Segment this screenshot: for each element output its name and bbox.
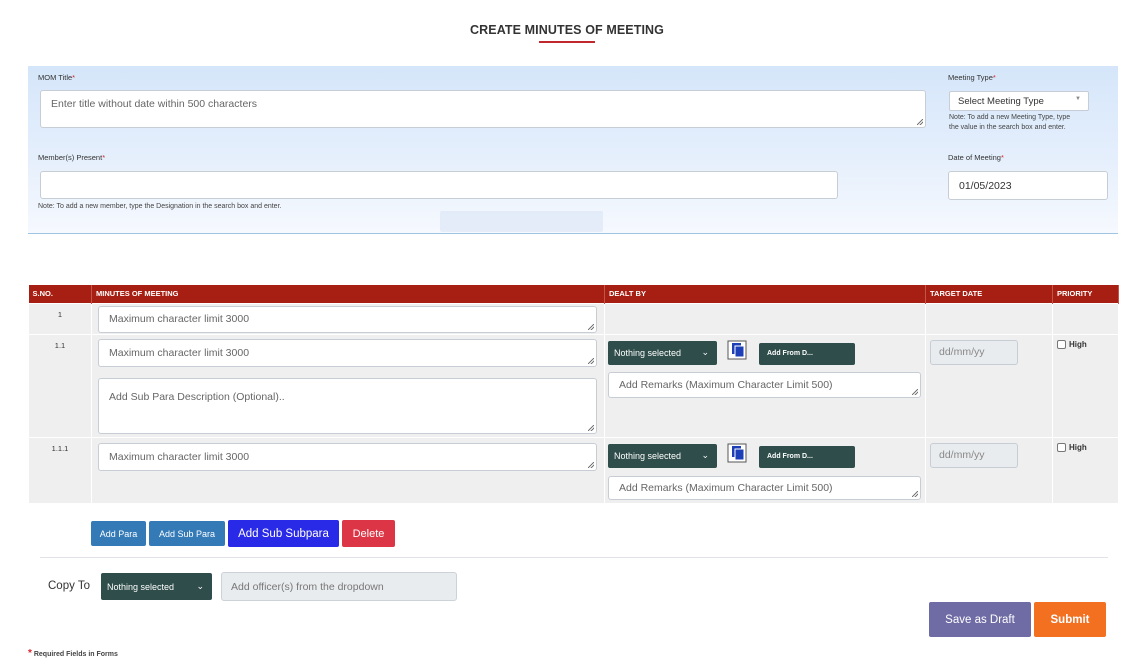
remarks-placeholder: Add Remarks (Maximum Character Limit 500… bbox=[619, 481, 833, 494]
divider bbox=[40, 557, 1108, 558]
date-of-meeting-label: Date of Meeting* bbox=[948, 153, 1004, 162]
resize-handle-icon[interactable] bbox=[912, 490, 918, 497]
priority-label: High bbox=[1069, 442, 1087, 452]
target-date-input[interactable]: dd/mm/yy bbox=[930, 442, 1018, 468]
table-header-row: S.NO. MINUTES OF MEETING DEALT BY TARGET… bbox=[28, 285, 1119, 303]
target-date-cell: dd/mm/yy bbox=[925, 333, 1053, 438]
priority-cell bbox=[1052, 302, 1119, 335]
row-sno: 1.1.1 bbox=[28, 436, 92, 504]
dealt-by-selected: Nothing selected bbox=[614, 450, 682, 461]
caret-down-icon: ⌄ bbox=[701, 450, 709, 460]
checkbox-icon[interactable] bbox=[1057, 442, 1066, 452]
resize-handle-icon[interactable] bbox=[588, 357, 594, 364]
column-header: PRIORITY bbox=[1052, 285, 1119, 303]
priority-high-checkbox[interactable]: High bbox=[1057, 442, 1087, 452]
resize-handle-icon[interactable] bbox=[912, 388, 918, 395]
remarks-input[interactable]: Add Remarks (Maximum Character Limit 500… bbox=[608, 371, 921, 398]
members-present-input[interactable] bbox=[40, 171, 838, 199]
title-underline bbox=[539, 41, 595, 43]
minutes-placeholder: Maximum character limit 3000 bbox=[109, 313, 250, 325]
caret-down-icon: ⌄ bbox=[701, 347, 709, 357]
minutes-input[interactable]: Maximum character limit 3000 bbox=[98, 338, 597, 367]
table-row: 1 Maximum character limit 3000 bbox=[28, 302, 1119, 335]
column-header: MINUTES OF MEETING bbox=[91, 285, 605, 303]
officer-input[interactable]: Add officer(s) from the dropdown bbox=[221, 572, 457, 601]
minutes-cell: Maximum character limit 3000 Add Sub Par… bbox=[91, 333, 605, 438]
mom-title-input[interactable]: Enter title without date within 500 char… bbox=[40, 90, 926, 128]
resize-handle-icon[interactable] bbox=[588, 424, 594, 431]
dealt-by-selected: Nothing selected bbox=[614, 347, 682, 358]
row-sno: 1 bbox=[28, 302, 92, 335]
dealt-by-cell: Nothing selected ⌄ Add From D... Add Rem… bbox=[604, 436, 926, 504]
mom-title-label: MOM Title* bbox=[38, 73, 76, 82]
date-of-meeting-input[interactable]: 01/05/2023 bbox=[948, 171, 1108, 200]
minutes-cell: Maximum character limit 3000 bbox=[91, 436, 605, 504]
table-row: 1.1.1 Maximum character limit 3000 Nothi… bbox=[28, 436, 1119, 504]
target-date-input[interactable]: dd/mm/yy bbox=[930, 339, 1018, 365]
faded-overlay-button bbox=[440, 211, 603, 232]
caret-down-icon: ⌄ bbox=[196, 581, 204, 591]
target-date-placeholder: dd/mm/yy bbox=[939, 346, 985, 358]
remarks-placeholder: Add Remarks (Maximum Character Limit 500… bbox=[619, 378, 833, 391]
table-row: 1.1 Maximum character limit 3000 Add Sub… bbox=[28, 333, 1119, 438]
members-present-label: Member(s) Present* bbox=[38, 153, 106, 162]
officer-placeholder: Add officer(s) from the dropdown bbox=[231, 580, 384, 593]
copy-to-label: Copy To bbox=[48, 580, 90, 592]
resize-handle-icon[interactable] bbox=[588, 461, 594, 468]
minutes-input[interactable]: Maximum character limit 3000 bbox=[98, 305, 597, 333]
minutes-placeholder: Maximum character limit 3000 bbox=[109, 450, 250, 463]
meeting-type-label: Meeting Type* bbox=[948, 73, 996, 82]
priority-high-checkbox[interactable]: High bbox=[1057, 339, 1087, 349]
members-present-note: Note: To add a new member, type the Desi… bbox=[38, 203, 282, 210]
sub-para-description-placeholder: Add Sub Para Description (Optional).. bbox=[109, 390, 285, 403]
sub-para-description-input[interactable]: Add Sub Para Description (Optional).. bbox=[98, 377, 597, 434]
copy-icon[interactable] bbox=[727, 443, 747, 463]
target-date-placeholder: dd/mm/yy bbox=[939, 449, 985, 461]
priority-cell: High bbox=[1052, 333, 1119, 438]
mom-title-placeholder: Enter title without date within 500 char… bbox=[51, 98, 258, 110]
dealt-by-cell bbox=[604, 302, 926, 335]
remarks-input[interactable]: Add Remarks (Maximum Character Limit 500… bbox=[608, 475, 921, 500]
column-header: TARGET DATE bbox=[925, 285, 1053, 303]
column-header: S.NO. bbox=[28, 285, 92, 303]
dealt-by-select[interactable]: Nothing selected ⌄ bbox=[608, 340, 717, 365]
date-of-meeting-value: 01/05/2023 bbox=[959, 179, 1012, 192]
copy-to-select[interactable]: Nothing selected ⌄ bbox=[101, 573, 212, 600]
target-date-cell bbox=[925, 302, 1053, 335]
resize-handle-icon[interactable] bbox=[917, 119, 923, 125]
meeting-type-selected: Select Meeting Type bbox=[958, 95, 1044, 107]
save-as-draft-button[interactable]: Save as Draft bbox=[929, 602, 1031, 637]
target-date-cell: dd/mm/yy bbox=[925, 436, 1053, 504]
meeting-details-panel: MOM Title* Enter title without date with… bbox=[28, 66, 1118, 234]
dealt-by-select[interactable]: Nothing selected ⌄ bbox=[608, 443, 717, 468]
minutes-placeholder: Maximum character limit 3000 bbox=[109, 346, 250, 359]
minutes-table: S.NO. MINUTES OF MEETING DEALT BY TARGET… bbox=[28, 285, 1119, 504]
add-from-button[interactable]: Add From D... bbox=[759, 445, 855, 468]
checkbox-icon[interactable] bbox=[1057, 339, 1066, 349]
resize-handle-icon[interactable] bbox=[588, 323, 594, 330]
meeting-type-select[interactable]: Select Meeting Type ▼ bbox=[949, 91, 1089, 111]
priority-label: High bbox=[1069, 339, 1087, 349]
add-sub-para-button[interactable]: Add Sub Para bbox=[149, 521, 225, 546]
row-sno: 1.1 bbox=[28, 333, 92, 438]
minutes-input[interactable]: Maximum character limit 3000 bbox=[98, 442, 597, 471]
chevron-down-icon: ▼ bbox=[1075, 96, 1081, 102]
submit-button[interactable]: Submit bbox=[1034, 602, 1106, 637]
column-header: DEALT BY bbox=[604, 285, 926, 303]
required-fields-note: * Required Fields in Forms bbox=[28, 648, 118, 659]
add-para-button[interactable]: Add Para bbox=[91, 521, 146, 546]
priority-cell: High bbox=[1052, 436, 1119, 504]
meeting-type-note: Note: To add a new Meeting Type, type th… bbox=[949, 114, 1071, 131]
delete-button[interactable]: Delete bbox=[342, 520, 395, 547]
copy-to-selected: Nothing selected bbox=[107, 581, 175, 592]
add-sub-subpara-button[interactable]: Add Sub Subpara bbox=[228, 520, 339, 547]
page-title: CREATE MINUTES OF MEETING bbox=[470, 23, 664, 37]
copy-icon[interactable] bbox=[727, 340, 747, 360]
dealt-by-cell: Nothing selected ⌄ Add From D... Add Rem… bbox=[604, 333, 926, 438]
add-from-button[interactable]: Add From D... bbox=[759, 342, 855, 365]
minutes-cell: Maximum character limit 3000 bbox=[91, 302, 605, 335]
